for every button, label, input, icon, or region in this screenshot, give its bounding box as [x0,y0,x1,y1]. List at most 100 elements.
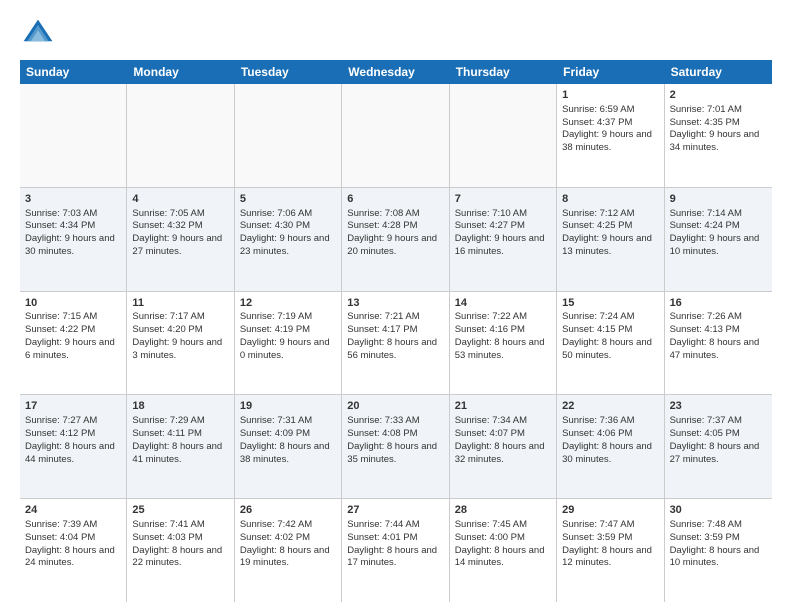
calendar: SundayMondayTuesdayWednesdayThursdayFrid… [20,60,772,602]
calendar-header-cell: Thursday [450,60,557,84]
day-info: Sunrise: 7:44 AM Sunset: 4:01 PM Dayligh… [347,519,437,568]
calendar-cell: 29Sunrise: 7:47 AM Sunset: 3:59 PM Dayli… [557,499,664,602]
calendar-header-cell: Sunday [20,60,127,84]
day-info: Sunrise: 6:59 AM Sunset: 4:37 PM Dayligh… [562,104,652,153]
day-info: Sunrise: 7:21 AM Sunset: 4:17 PM Dayligh… [347,311,437,360]
day-number: 28 [455,503,551,518]
day-number: 11 [132,296,228,311]
day-info: Sunrise: 7:33 AM Sunset: 4:08 PM Dayligh… [347,415,437,464]
calendar-cell: 19Sunrise: 7:31 AM Sunset: 4:09 PM Dayli… [235,395,342,498]
day-number: 25 [132,503,228,518]
day-info: Sunrise: 7:34 AM Sunset: 4:07 PM Dayligh… [455,415,545,464]
calendar-cell: 4Sunrise: 7:05 AM Sunset: 4:32 PM Daylig… [127,188,234,291]
day-number: 12 [240,296,336,311]
day-number: 15 [562,296,658,311]
calendar-header-cell: Friday [557,60,664,84]
day-info: Sunrise: 7:41 AM Sunset: 4:03 PM Dayligh… [132,519,222,568]
day-info: Sunrise: 7:31 AM Sunset: 4:09 PM Dayligh… [240,415,330,464]
day-number: 20 [347,399,443,414]
calendar-row: 3Sunrise: 7:03 AM Sunset: 4:34 PM Daylig… [20,188,772,292]
calendar-row: 1Sunrise: 6:59 AM Sunset: 4:37 PM Daylig… [20,84,772,188]
calendar-header-cell: Wednesday [342,60,449,84]
calendar-cell-empty [20,84,127,187]
calendar-cell: 17Sunrise: 7:27 AM Sunset: 4:12 PM Dayli… [20,395,127,498]
calendar-cell: 13Sunrise: 7:21 AM Sunset: 4:17 PM Dayli… [342,292,449,395]
day-number: 1 [562,88,658,103]
calendar-cell: 23Sunrise: 7:37 AM Sunset: 4:05 PM Dayli… [665,395,772,498]
calendar-cell: 9Sunrise: 7:14 AM Sunset: 4:24 PM Daylig… [665,188,772,291]
day-number: 27 [347,503,443,518]
day-number: 6 [347,192,443,207]
day-number: 16 [670,296,767,311]
day-info: Sunrise: 7:36 AM Sunset: 4:06 PM Dayligh… [562,415,652,464]
day-number: 18 [132,399,228,414]
day-number: 17 [25,399,121,414]
calendar-cell: 10Sunrise: 7:15 AM Sunset: 4:22 PM Dayli… [20,292,127,395]
day-number: 5 [240,192,336,207]
day-info: Sunrise: 7:37 AM Sunset: 4:05 PM Dayligh… [670,415,760,464]
calendar-cell: 22Sunrise: 7:36 AM Sunset: 4:06 PM Dayli… [557,395,664,498]
day-number: 26 [240,503,336,518]
calendar-cell: 14Sunrise: 7:22 AM Sunset: 4:16 PM Dayli… [450,292,557,395]
day-info: Sunrise: 7:22 AM Sunset: 4:16 PM Dayligh… [455,311,545,360]
calendar-row: 24Sunrise: 7:39 AM Sunset: 4:04 PM Dayli… [20,499,772,602]
day-info: Sunrise: 7:12 AM Sunset: 4:25 PM Dayligh… [562,208,652,257]
calendar-cell: 28Sunrise: 7:45 AM Sunset: 4:00 PM Dayli… [450,499,557,602]
calendar-cell: 5Sunrise: 7:06 AM Sunset: 4:30 PM Daylig… [235,188,342,291]
day-number: 19 [240,399,336,414]
day-number: 10 [25,296,121,311]
header [20,16,772,52]
day-info: Sunrise: 7:10 AM Sunset: 4:27 PM Dayligh… [455,208,545,257]
calendar-cell: 6Sunrise: 7:08 AM Sunset: 4:28 PM Daylig… [342,188,449,291]
day-info: Sunrise: 7:19 AM Sunset: 4:19 PM Dayligh… [240,311,330,360]
calendar-cell-empty [342,84,449,187]
calendar-cell: 20Sunrise: 7:33 AM Sunset: 4:08 PM Dayli… [342,395,449,498]
calendar-cell: 7Sunrise: 7:10 AM Sunset: 4:27 PM Daylig… [450,188,557,291]
day-info: Sunrise: 7:14 AM Sunset: 4:24 PM Dayligh… [670,208,760,257]
day-number: 3 [25,192,121,207]
calendar-header-cell: Monday [127,60,234,84]
day-number: 23 [670,399,767,414]
calendar-cell: 15Sunrise: 7:24 AM Sunset: 4:15 PM Dayli… [557,292,664,395]
calendar-cell: 26Sunrise: 7:42 AM Sunset: 4:02 PM Dayli… [235,499,342,602]
calendar-header-cell: Tuesday [235,60,342,84]
day-number: 13 [347,296,443,311]
day-number: 8 [562,192,658,207]
day-number: 22 [562,399,658,414]
day-info: Sunrise: 7:24 AM Sunset: 4:15 PM Dayligh… [562,311,652,360]
calendar-cell: 8Sunrise: 7:12 AM Sunset: 4:25 PM Daylig… [557,188,664,291]
calendar-cell-empty [235,84,342,187]
calendar-header-cell: Saturday [665,60,772,84]
calendar-cell: 24Sunrise: 7:39 AM Sunset: 4:04 PM Dayli… [20,499,127,602]
calendar-cell: 18Sunrise: 7:29 AM Sunset: 4:11 PM Dayli… [127,395,234,498]
day-info: Sunrise: 7:01 AM Sunset: 4:35 PM Dayligh… [670,104,760,153]
page: SundayMondayTuesdayWednesdayThursdayFrid… [0,0,792,612]
calendar-cell: 30Sunrise: 7:48 AM Sunset: 3:59 PM Dayli… [665,499,772,602]
day-number: 7 [455,192,551,207]
day-info: Sunrise: 7:45 AM Sunset: 4:00 PM Dayligh… [455,519,545,568]
day-number: 2 [670,88,767,103]
day-info: Sunrise: 7:05 AM Sunset: 4:32 PM Dayligh… [132,208,222,257]
calendar-cell: 1Sunrise: 6:59 AM Sunset: 4:37 PM Daylig… [557,84,664,187]
day-number: 9 [670,192,767,207]
calendar-header: SundayMondayTuesdayWednesdayThursdayFrid… [20,60,772,84]
calendar-body: 1Sunrise: 6:59 AM Sunset: 4:37 PM Daylig… [20,84,772,602]
calendar-cell: 3Sunrise: 7:03 AM Sunset: 4:34 PM Daylig… [20,188,127,291]
calendar-row: 10Sunrise: 7:15 AM Sunset: 4:22 PM Dayli… [20,292,772,396]
day-info: Sunrise: 7:03 AM Sunset: 4:34 PM Dayligh… [25,208,115,257]
day-number: 4 [132,192,228,207]
day-info: Sunrise: 7:17 AM Sunset: 4:20 PM Dayligh… [132,311,222,360]
day-number: 24 [25,503,121,518]
calendar-cell: 16Sunrise: 7:26 AM Sunset: 4:13 PM Dayli… [665,292,772,395]
day-info: Sunrise: 7:47 AM Sunset: 3:59 PM Dayligh… [562,519,652,568]
calendar-cell: 2Sunrise: 7:01 AM Sunset: 4:35 PM Daylig… [665,84,772,187]
day-info: Sunrise: 7:42 AM Sunset: 4:02 PM Dayligh… [240,519,330,568]
calendar-cell: 27Sunrise: 7:44 AM Sunset: 4:01 PM Dayli… [342,499,449,602]
day-number: 14 [455,296,551,311]
day-info: Sunrise: 7:08 AM Sunset: 4:28 PM Dayligh… [347,208,437,257]
logo-icon [20,16,56,52]
day-info: Sunrise: 7:27 AM Sunset: 4:12 PM Dayligh… [25,415,115,464]
day-info: Sunrise: 7:06 AM Sunset: 4:30 PM Dayligh… [240,208,330,257]
calendar-cell: 25Sunrise: 7:41 AM Sunset: 4:03 PM Dayli… [127,499,234,602]
logo [20,16,60,52]
